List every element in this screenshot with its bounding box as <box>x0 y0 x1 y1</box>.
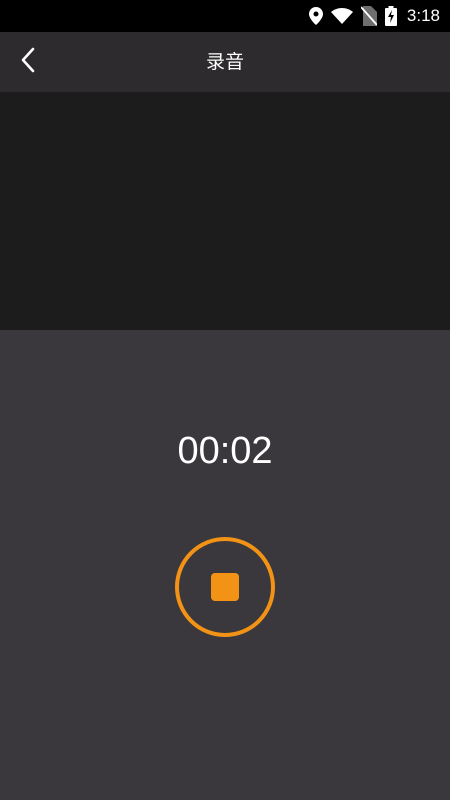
wifi-icon <box>330 8 353 24</box>
recording-timer: 00:02 <box>177 430 273 472</box>
no-sim-icon <box>360 6 377 26</box>
chevron-left-icon <box>20 47 36 77</box>
stop-icon <box>211 573 239 601</box>
stop-recording-button[interactable] <box>175 537 275 637</box>
page-title: 录音 <box>205 51 244 73</box>
status-time: 3:18 <box>406 6 440 25</box>
app-bar: 录音 <box>0 32 450 92</box>
battery-charging-icon <box>384 6 397 26</box>
back-button[interactable] <box>10 44 46 80</box>
status-icons: 3:18 <box>308 0 440 32</box>
recording-preview-area <box>0 92 450 330</box>
status-bar: 3:18 <box>0 0 450 32</box>
location-icon <box>308 7 323 25</box>
